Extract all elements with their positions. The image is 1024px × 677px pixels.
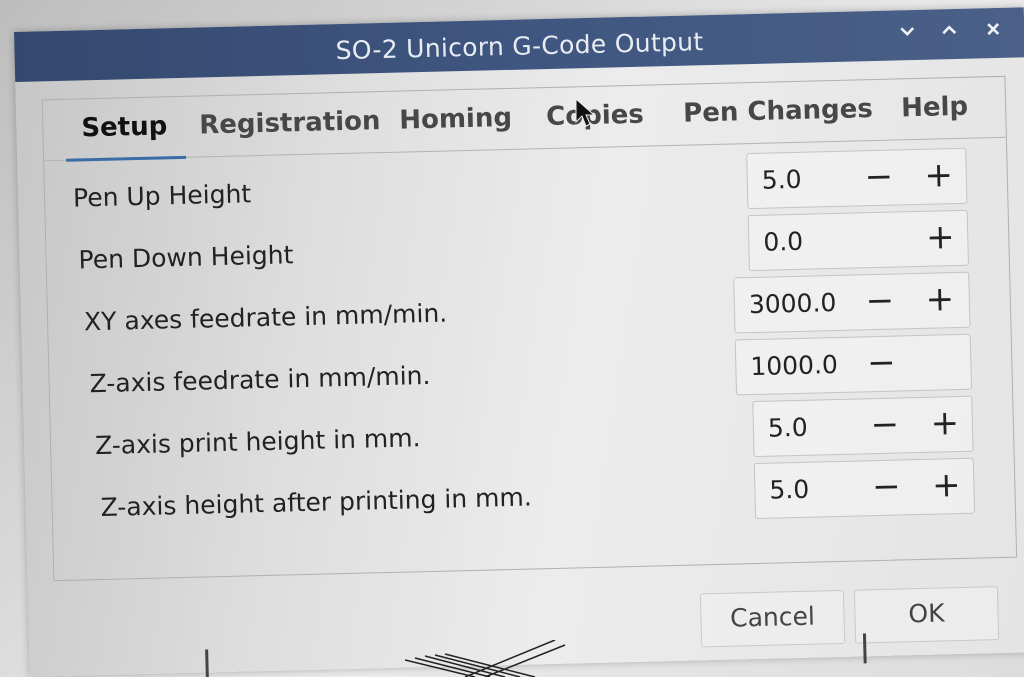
increment-button[interactable]: +	[921, 459, 972, 514]
increment-button[interactable]	[916, 335, 967, 390]
cancel-button[interactable]: Cancel	[699, 589, 846, 648]
maximize-button[interactable]	[934, 15, 965, 46]
tab-copies[interactable]: Copies	[546, 100, 645, 146]
mouse-pointer-icon	[575, 98, 595, 127]
desktop-artwork	[405, 640, 566, 677]
tab-registration[interactable]: Registration	[199, 106, 381, 154]
decrement-button[interactable]: −	[861, 460, 912, 515]
xy-feedrate-label: XY axes feedrate in mm/min.	[83, 298, 448, 337]
close-icon	[987, 23, 1000, 36]
xy-feedrate-input[interactable]: 3000.0	[749, 288, 837, 319]
decrement-button[interactable]: −	[853, 150, 904, 205]
z-feedrate-input[interactable]: 1000.0	[750, 350, 838, 381]
window-title: SO-2 Unicorn G-Code Output	[335, 27, 704, 66]
increment-button[interactable]: +	[913, 149, 964, 204]
decrement-button[interactable]: −	[856, 336, 907, 391]
decrement-button[interactable]	[855, 212, 906, 267]
tab-pen-changes[interactable]: Pen Changes	[683, 94, 874, 143]
pen-down-height-input[interactable]: 0.0	[763, 227, 803, 257]
screen: SO-2 Unicorn G-Code Output Setup Registr…	[0, 0, 1024, 677]
settings-notebook: Setup Registration Homing Copies Pen Cha…	[41, 75, 1018, 582]
z-feedrate-label: Z-axis feedrate in mm/min.	[89, 360, 431, 399]
xy-feedrate-spinner: 3000.0 − +	[733, 271, 971, 334]
pen-up-height-input[interactable]: 5.0	[761, 165, 801, 195]
tab-help[interactable]: Help	[901, 92, 969, 138]
chevron-up-icon	[942, 25, 957, 35]
chevron-down-icon	[900, 27, 915, 37]
tab-homing[interactable]: Homing	[399, 103, 513, 150]
tab-setup[interactable]: Setup	[81, 111, 168, 157]
z-after-print-height-input[interactable]: 5.0	[769, 475, 809, 505]
dialog-window: SO-2 Unicorn G-Code Output Setup Registr…	[14, 7, 1024, 677]
title-bar[interactable]: SO-2 Unicorn G-Code Output	[14, 7, 1024, 82]
decrement-button[interactable]: −	[859, 398, 910, 453]
ok-button[interactable]: OK	[853, 586, 1000, 644]
increment-button[interactable]: +	[919, 397, 970, 452]
decrement-button[interactable]: −	[854, 274, 905, 329]
pen-down-height-label: Pen Down Height	[78, 240, 294, 275]
increment-button[interactable]: +	[914, 273, 965, 328]
increment-button[interactable]: +	[915, 211, 966, 266]
z-feedrate-spinner: 1000.0 −	[734, 333, 973, 396]
z-after-print-height-spinner: 5.0 − +	[753, 457, 976, 520]
z-print-height-spinner: 5.0 − +	[752, 395, 974, 458]
pen-up-height-label: Pen Up Height	[72, 179, 252, 213]
z-print-height-label: Z-axis print height in mm.	[94, 423, 421, 461]
pen-down-height-spinner: 0.0 +	[747, 209, 969, 272]
close-button[interactable]	[978, 14, 1009, 45]
z-print-height-input[interactable]: 5.0	[768, 413, 808, 443]
pen-up-height-spinner: 5.0 − +	[746, 147, 968, 210]
z-after-print-height-label: Z-axis height after printing in mm.	[100, 482, 533, 523]
divider	[205, 649, 209, 677]
minimize-button[interactable]	[892, 16, 923, 47]
